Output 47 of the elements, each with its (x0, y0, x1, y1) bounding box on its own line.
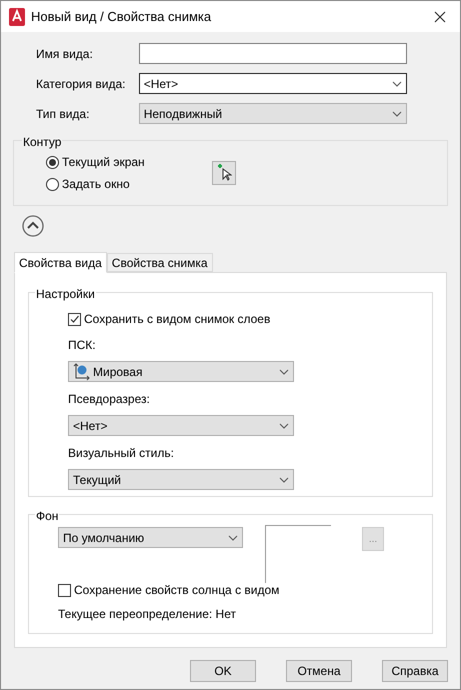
dialog-button[interactable]: Справка (382, 660, 448, 682)
chevron-icon (279, 422, 289, 428)
checkbox[interactable] (58, 584, 71, 596)
window-title: Новый вид / Свойства снимка (31, 8, 212, 26)
input-field[interactable] (138, 43, 407, 64)
tab[interactable]: Свойства снимка (106, 253, 213, 272)
checkbox-label: Сохранение свойств солнца с видом (74, 582, 280, 599)
app-logo-icon (9, 8, 25, 26)
dropdown[interactable]: Мировая (68, 361, 294, 382)
checkbox-label: Сохранить с видом снимок слоев (84, 311, 270, 328)
dialog-button[interactable]: Отмена (286, 660, 352, 682)
tab[interactable]: Свойства вида (14, 252, 107, 273)
chevron-icon (392, 80, 402, 86)
close-icon[interactable] (434, 10, 446, 22)
cursor-plus-icon (216, 164, 232, 182)
dropdown[interactable]: <Нет> (138, 73, 407, 94)
radio-label: Текущий экран (62, 154, 145, 171)
field-label: Визуальный стиль: (68, 445, 175, 462)
chevron-icon (228, 534, 238, 540)
radio-button[interactable] (46, 156, 59, 168)
field-label: Имя вида: (36, 46, 94, 62)
dropdown-value: <Нет> (73, 418, 108, 434)
field-label: Тип вида: (36, 106, 90, 122)
chevron-icon (279, 368, 289, 374)
collapse-icon[interactable] (22, 215, 44, 237)
field-label: Псевдоразрез: (68, 391, 151, 408)
field-label: ПСК: (68, 337, 97, 354)
dropdown[interactable]: Неподвижный (138, 103, 407, 124)
radio-button[interactable] (46, 178, 59, 190)
dropdown[interactable]: Текущий (68, 469, 294, 490)
field-label: Категория вида: (36, 76, 127, 92)
chevron-icon (392, 110, 402, 116)
dropdown-value: Текущий (73, 472, 122, 488)
chevron-icon (279, 476, 289, 482)
dropdown-value: <Нет> (144, 76, 180, 92)
dropdown[interactable]: <Нет> (68, 415, 294, 436)
preview-area (265, 525, 331, 583)
ucs-icon (73, 362, 91, 380)
dropdown-value: По умолчанию (63, 530, 146, 546)
checkbox[interactable] (68, 312, 81, 326)
dialog-button[interactable]: OK (190, 660, 256, 682)
dropdown-value: Неподвижный (144, 106, 224, 122)
pick-window-button[interactable] (212, 161, 236, 185)
radio-label: Задать окно (62, 176, 130, 193)
dropdown[interactable]: По умолчанию (58, 527, 243, 548)
override-text: Текущее переопределение: Нет (58, 606, 237, 623)
dropdown-value: Мировая (93, 364, 144, 380)
